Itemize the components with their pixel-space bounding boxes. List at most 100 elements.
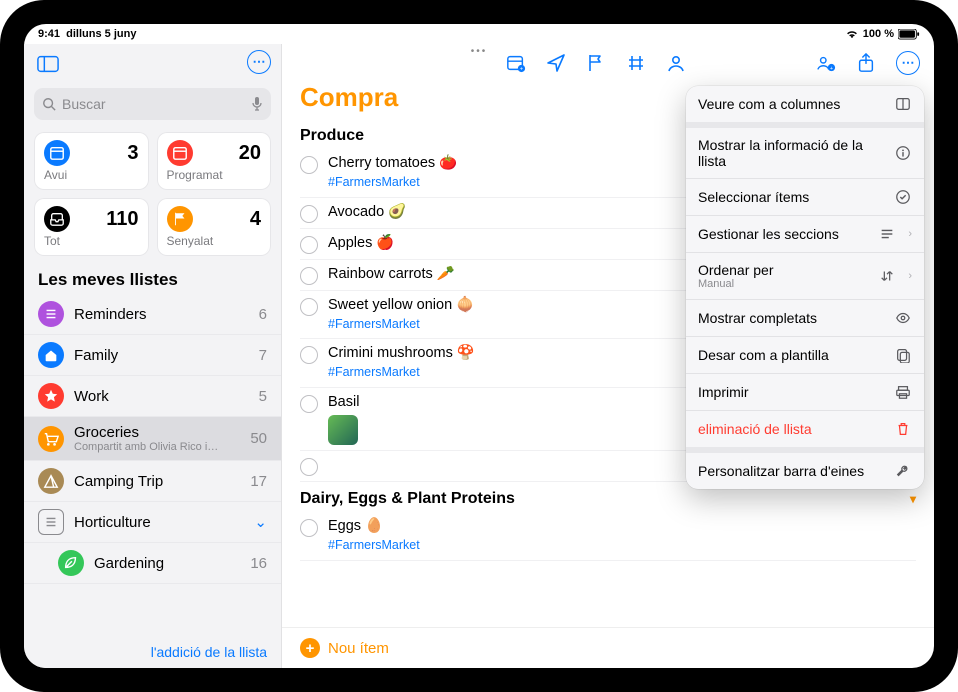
template-icon [894, 346, 912, 364]
complete-toggle[interactable] [300, 156, 318, 174]
item-text: Basil [328, 394, 359, 410]
print-icon [894, 383, 912, 401]
list-name: Family [74, 347, 249, 364]
reminder-item[interactable]: Eggs 🥚#FarmersMarket [300, 512, 916, 561]
tag-icon[interactable] [626, 53, 646, 73]
item-text: Avocado 🥑 [328, 204, 406, 220]
item-text: Sweet yellow onion 🧅 [328, 297, 474, 313]
sidebar-list-groceries[interactable]: GroceriesCompartit amb Olivia Rico i…50 [24, 417, 281, 461]
menu-ordenar-per[interactable]: Ordenar perManual› [686, 253, 924, 300]
menu-subtitle: Manual [698, 278, 870, 290]
calendar-icon [167, 140, 193, 166]
item-tag[interactable]: #FarmersMarket [328, 175, 420, 189]
menu-label: Mostrar completats [698, 310, 817, 326]
menu-label: eliminació de llista [698, 421, 812, 437]
item-text: Apples 🍎 [328, 235, 394, 251]
item-thumbnail[interactable] [328, 415, 358, 445]
sidebar-list-horticulture[interactable]: Horticulture ⌄ [24, 502, 281, 543]
search-input[interactable]: Buscar [34, 88, 271, 120]
flag-icon[interactable] [586, 53, 606, 73]
menu-eliminaci-de-llista[interactable]: eliminació de llista [686, 411, 924, 447]
complete-toggle[interactable] [300, 346, 318, 364]
menu-label: Imprimir [698, 384, 749, 400]
menu-veure-com-a-columnes[interactable]: Veure com a columnes [686, 86, 924, 122]
list-count: 16 [250, 555, 267, 572]
chevron-right-icon: › [908, 228, 912, 240]
menu-personalitzar-barra-d-eines[interactable]: Personalitzar barra d'eines [686, 453, 924, 489]
battery-label: 100 % [863, 28, 894, 40]
check-circle-icon [894, 188, 912, 206]
complete-toggle[interactable] [300, 519, 318, 537]
tray-icon [44, 206, 70, 232]
battery-icon [898, 29, 920, 40]
eye-icon [894, 309, 912, 327]
disclosure-icon[interactable]: ⌄ [254, 513, 267, 531]
complete-toggle[interactable] [300, 298, 318, 316]
sidebar-list-reminders[interactable]: Reminders6 [24, 294, 281, 335]
smart-programat[interactable]: 20Programat [157, 132, 272, 190]
add-list-button[interactable]: l'addició de la llista [24, 636, 281, 668]
collaborate-icon[interactable]: + [816, 53, 836, 73]
item-tag[interactable]: #FarmersMarket [328, 538, 420, 552]
sidebar: ⋯ Buscar 3 Avui 20Programat110Tot4Senyalat… [24, 44, 282, 668]
sidebar-list-work[interactable]: Work5 [24, 376, 281, 417]
item-tag[interactable]: #FarmersMarket [328, 317, 420, 331]
list-name: GroceriesCompartit amb Olivia Rico i… [74, 424, 240, 453]
smart-senyalat[interactable]: 4Senyalat [157, 198, 272, 256]
sidebar-list-family[interactable]: Family 7 [24, 335, 281, 376]
home-icon [38, 342, 64, 368]
person-icon[interactable] [666, 53, 686, 73]
flag-icon [167, 206, 193, 232]
section-title: Dairy, Eggs & Plant Proteins [300, 490, 515, 508]
complete-toggle[interactable] [300, 458, 318, 476]
item-text: Rainbow carrots 🥕 [328, 266, 455, 282]
menu-seleccionar-tems[interactable]: Seleccionar ítems [686, 179, 924, 216]
smart-count: 110 [106, 208, 138, 231]
share-icon[interactable] [856, 53, 876, 73]
smart-avui[interactable]: 3 Avui [34, 132, 149, 190]
item-tag[interactable]: #FarmersMarket [328, 365, 420, 379]
dictation-icon[interactable] [251, 96, 263, 112]
status-right: 100 % [845, 28, 920, 40]
chevron-down-icon[interactable]: ▾ [910, 492, 916, 506]
calendar-badge-icon[interactable]: + [506, 53, 526, 73]
menu-mostrar-la-informaci-de-la-llista[interactable]: Mostrar la informació de la llista [686, 128, 924, 179]
sidebar-more-button[interactable]: ⋯ [247, 50, 271, 74]
menu-imprimir[interactable]: Imprimir [686, 374, 924, 411]
more-button[interactable]: ⋯ [896, 51, 920, 75]
location-icon[interactable] [546, 53, 566, 73]
info-icon [894, 144, 912, 162]
toggle-sidebar-button[interactable] [34, 50, 62, 78]
list-name: Horticulture [74, 514, 244, 531]
list-count: 17 [250, 473, 267, 490]
list-name: Reminders [74, 306, 249, 323]
sidebar-list-gardening[interactable]: Gardening16 [24, 543, 281, 584]
menu-mostrar-completats[interactable]: Mostrar completats [686, 300, 924, 337]
search-icon [42, 97, 56, 111]
smart-label: Avui [44, 168, 139, 182]
menu-label: Desar com a plantilla [698, 347, 829, 363]
complete-toggle[interactable] [300, 205, 318, 223]
leaf-icon [58, 550, 84, 576]
complete-toggle[interactable] [300, 236, 318, 254]
svg-text:+: + [520, 67, 523, 73]
status-bar: 9:41 dilluns 5 juny 100 % [24, 24, 934, 44]
section-title: Produce [300, 127, 364, 145]
smart-label: Senyalat [167, 234, 262, 248]
my-lists-heading: Les meves llistes [24, 264, 281, 294]
menu-gestionar-les-seccions[interactable]: Gestionar les seccions› [686, 216, 924, 253]
smart-tot[interactable]: 110Tot [34, 198, 149, 256]
smart-count: 3 [127, 142, 138, 165]
smart-label: Programat [167, 168, 262, 182]
main-content: + + [282, 44, 934, 668]
columns-icon [894, 95, 912, 113]
sidebar-list-camping-trip[interactable]: Camping Trip17 [24, 461, 281, 502]
new-item-button[interactable]: + Nou ítem [282, 627, 934, 668]
complete-toggle[interactable] [300, 395, 318, 413]
list-subtitle: Compartit amb Olivia Rico i… [74, 441, 240, 453]
status-date: dilluns 5 juny [66, 28, 136, 40]
menu-desar-com-a-plantilla[interactable]: Desar com a plantilla [686, 337, 924, 374]
list-count: 7 [259, 347, 267, 364]
tent-icon [38, 468, 64, 494]
complete-toggle[interactable] [300, 267, 318, 285]
